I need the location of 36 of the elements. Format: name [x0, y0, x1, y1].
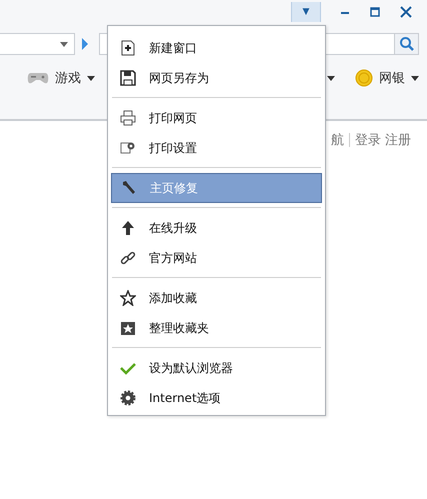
caret-icon[interactable] — [60, 42, 68, 46]
menu-item[interactable]: 设为默认浏览器 — [111, 353, 322, 383]
caret-icon — [411, 76, 419, 80]
nav-link[interactable]: 航 — [331, 131, 344, 149]
link-icon — [120, 250, 136, 266]
menu-item[interactable]: 在线升级 — [111, 213, 322, 243]
banking-button[interactable]: 网银 — [355, 68, 419, 88]
up-arrow-icon — [120, 220, 136, 236]
close-icon[interactable] — [399, 5, 413, 19]
menu-item[interactable]: 官方网站 — [111, 243, 322, 273]
menu-item[interactable]: 添加收藏 — [111, 283, 322, 313]
menu-item[interactable]: 整理收藏夹 — [111, 313, 322, 343]
menu-button[interactable]: ▼ — [291, 2, 321, 22]
maximize-icon[interactable] — [369, 6, 381, 18]
menu-item[interactable]: 网页另存为 — [111, 63, 322, 93]
go-icon[interactable] — [81, 38, 89, 50]
address-field[interactable] — [0, 33, 75, 55]
new-page-icon — [120, 40, 136, 56]
games-button[interactable]: 游戏 — [27, 68, 95, 88]
account-link[interactable]: 注册 — [385, 131, 411, 149]
account-link[interactable]: 登录 — [355, 131, 381, 149]
coin-icon — [355, 69, 373, 87]
wrench-icon — [121, 180, 137, 196]
star-folder-icon — [120, 320, 136, 336]
star-icon — [120, 290, 136, 306]
caret-icon — [87, 76, 95, 80]
print-icon — [120, 110, 136, 126]
checkmark-icon — [120, 360, 136, 376]
settings-icon — [120, 390, 136, 406]
menu-item[interactable]: 打印设置 — [111, 133, 322, 163]
caret-icon[interactable] — [327, 76, 335, 81]
menu-item[interactable]: Internet选项 — [111, 383, 322, 413]
save-icon — [120, 70, 136, 86]
search-button[interactable] — [395, 33, 419, 55]
menu-item[interactable]: 打印网页 — [111, 103, 322, 133]
gamepad-icon — [27, 71, 49, 85]
